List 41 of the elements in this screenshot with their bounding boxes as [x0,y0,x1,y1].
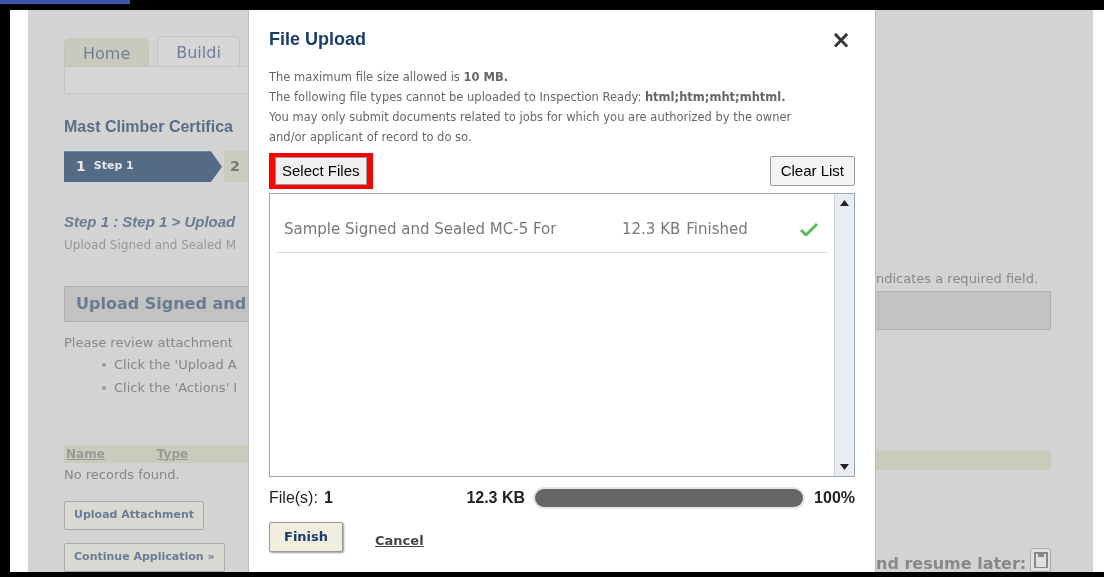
step-label: Step 1 [93,158,134,175]
select-files-button[interactable]: Select Files [269,153,373,189]
bullet-text: Click the 'Upload A [114,356,237,375]
step-number: 2 [230,157,240,177]
bullet-icon [102,385,106,390]
scroll-up-icon[interactable] [840,200,849,206]
info-text: You may only submit documents related to jobs for which you are authorized by the owner and/or applicant of record to do so. [269,109,793,146]
action-button[interactable]: Upload Attachment [64,501,205,530]
empty-message: No records found. [64,466,181,485]
file-row[interactable]: Sample Signed and Sealed MC-5 For 12.3 KB Finished [276,206,828,253]
dialog-title: File Upload [269,28,366,51]
nav-tab[interactable]: Home [64,38,150,66]
file-status: Finished [686,218,748,240]
files-count: 1 [323,488,333,508]
progress-reading: 100% [814,488,855,508]
close-button[interactable]: × [830,27,855,52]
step-number: 1 [76,157,86,177]
intro-text: Please review attachment [64,334,234,352]
bullet-text: Click the 'Actions' I [114,379,238,397]
step-heading: Step 1 : Step 1 > Upload [64,212,237,233]
section-header: Upload Signed and [64,285,248,322]
finish-button[interactable]: Finish [269,522,344,552]
files-label: File(s): [269,488,318,508]
file-size: 12.3 KB [622,218,681,240]
total-size: 12.3 KB [466,488,526,508]
required-note: ndicates a required field. [876,270,1040,288]
page-title: Mast Climber Certifica [64,117,234,138]
step-subtext: Upload Signed and Sealed M [64,236,238,254]
nav-tab[interactable]: Buildi [157,36,240,66]
cancel-link[interactable]: Cancel [375,531,424,551]
bullet-icon [102,363,106,368]
save-label: nd resume later: [876,556,1027,572]
scroll-down-icon[interactable] [840,464,849,470]
save-button[interactable] [1030,548,1051,572]
file-name: Sample Signed and Sealed MC-5 For [284,218,558,240]
action-button[interactable]: Continue Application » [64,543,225,572]
info-text: The maximum file size allowed is 10 MB. [269,69,510,86]
scrollbar[interactable] [834,194,854,476]
save-icon [1033,552,1048,568]
info-text: The following file types cannot be uploaded to Inspection Ready: html;htm;mht;mhtml. [269,89,787,106]
clear-list-button[interactable]: Clear List [769,156,855,186]
